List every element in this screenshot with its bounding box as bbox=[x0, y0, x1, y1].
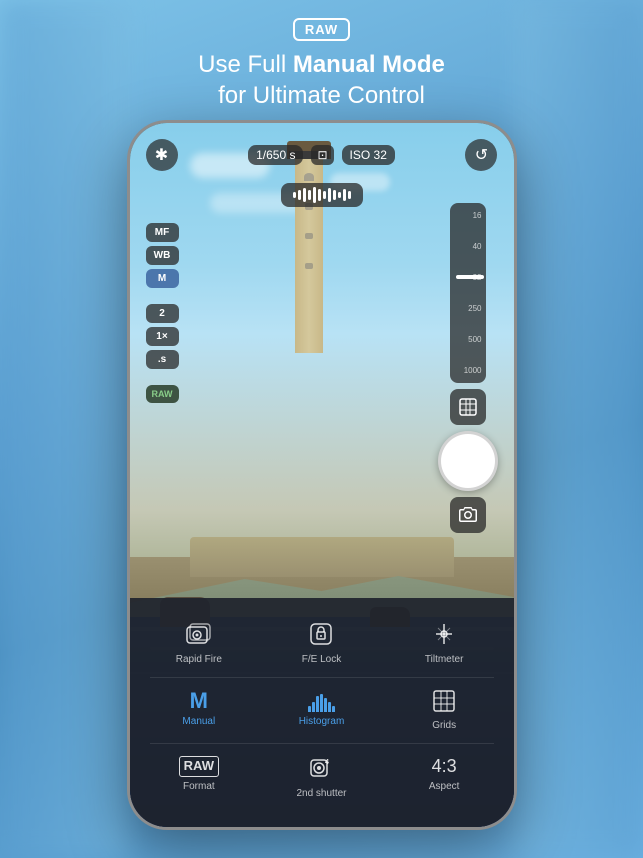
camera-top-bar: ✱ 1/650 s ⊡ ISO 32 ↺ bbox=[146, 139, 498, 171]
iso-tick-16: 16 bbox=[473, 211, 482, 220]
fe-lock-label: F/E Lock bbox=[302, 654, 341, 665]
header: RAW Use Full Manual Mode for Ultimate Co… bbox=[0, 0, 643, 123]
rapid-fire-button[interactable]: Rapid Fire bbox=[140, 614, 259, 673]
raw-indicator: RAW bbox=[146, 385, 179, 403]
headline-part1: Use Full bbox=[198, 51, 293, 78]
headline: Use Full Manual Mode for Ultimate Contro… bbox=[0, 49, 643, 111]
grid-svg-icon bbox=[459, 398, 477, 416]
second-shutter-button[interactable]: 4 2nd shutter bbox=[262, 748, 381, 807]
second-shutter-icon: 4 bbox=[308, 756, 334, 784]
left-controls: MF WB M 2 1× .s RAW bbox=[146, 223, 179, 403]
camera-icon bbox=[458, 505, 478, 525]
histogram-button[interactable]: Histogram bbox=[262, 682, 381, 739]
audio-level-bar bbox=[281, 183, 363, 207]
wave-11 bbox=[343, 189, 346, 201]
wave-9 bbox=[333, 190, 336, 200]
raw-badge: RAW bbox=[293, 18, 350, 41]
wave-10 bbox=[338, 192, 341, 198]
aspect-label: Aspect bbox=[429, 781, 460, 792]
zoom-s-button[interactable]: .s bbox=[146, 350, 179, 369]
raw-format-label: Format bbox=[183, 781, 215, 792]
second-shutter-label: 2nd shutter bbox=[296, 788, 346, 799]
flip-camera-button[interactable] bbox=[450, 497, 486, 533]
grids-icon bbox=[433, 690, 455, 716]
aspect-button[interactable]: 4:3 Aspect bbox=[385, 748, 504, 807]
panel-divider-2 bbox=[150, 743, 494, 744]
mf-button[interactable]: MF bbox=[146, 223, 179, 242]
wave-5 bbox=[313, 187, 316, 203]
wave-2 bbox=[298, 190, 301, 200]
settings-icon[interactable]: ✱ bbox=[146, 139, 178, 171]
bottom-panel: Rapid Fire F/E Lock bbox=[130, 598, 514, 827]
svg-text:4: 4 bbox=[325, 759, 329, 766]
phone-frame: ✱ 1/650 s ⊡ ISO 32 ↺ MF WB M 2 bbox=[127, 120, 517, 830]
aspect-icon: 4:3 bbox=[432, 756, 457, 777]
wave-1 bbox=[293, 192, 296, 198]
tiltmeter-icon bbox=[432, 622, 456, 650]
grids-button[interactable]: Grids bbox=[385, 682, 504, 739]
iso-tick-250: 250 bbox=[468, 304, 481, 313]
audio-waves bbox=[293, 187, 351, 203]
manual-button[interactable]: M Manual bbox=[140, 682, 259, 739]
raw-format-button[interactable]: RAW Format bbox=[140, 748, 259, 807]
iso-tick-1000: 1000 bbox=[464, 366, 482, 375]
bg-blur-right bbox=[513, 0, 643, 858]
manual-icon: M bbox=[190, 690, 208, 712]
wave-4 bbox=[308, 190, 311, 200]
wave-12 bbox=[348, 191, 351, 199]
zoom-2-button[interactable]: 2 bbox=[146, 304, 179, 323]
m-mode-button[interactable]: M bbox=[146, 269, 179, 288]
grid-toggle-button[interactable] bbox=[450, 389, 486, 425]
headline-part2: for Ultimate Control bbox=[218, 82, 425, 109]
iso-slider[interactable]: 16 40 32 250 500 1000 bbox=[450, 203, 486, 383]
shutter-speed-display[interactable]: 1/650 s bbox=[248, 145, 303, 165]
wave-3 bbox=[303, 188, 306, 202]
exposure-icon[interactable]: ⊡ bbox=[311, 145, 333, 165]
refresh-icon[interactable]: ↺ bbox=[465, 139, 497, 171]
panel-row-2: M Manual Histogram bbox=[140, 682, 504, 739]
rapid-fire-icon bbox=[186, 622, 212, 650]
shutter-button[interactable] bbox=[438, 431, 498, 491]
histogram-label: Histogram bbox=[299, 716, 345, 727]
wb-button[interactable]: WB bbox=[146, 246, 179, 265]
fe-lock-icon bbox=[309, 622, 333, 650]
iso-tick-32: 40 bbox=[473, 242, 482, 251]
wave-8 bbox=[328, 188, 331, 202]
zoom-1x-button[interactable]: 1× bbox=[146, 327, 179, 346]
fe-lock-button[interactable]: F/E Lock bbox=[262, 614, 381, 673]
tiltmeter-label: Tiltmeter bbox=[425, 654, 464, 665]
tiltmeter-button[interactable]: Tiltmeter bbox=[385, 614, 504, 673]
iso-handle bbox=[456, 275, 484, 279]
panel-divider-1 bbox=[150, 677, 494, 678]
wave-7 bbox=[323, 191, 326, 199]
headline-bold: Manual Mode bbox=[293, 51, 445, 78]
histogram-icon bbox=[308, 690, 335, 712]
panel-row-3: RAW Format 4 2nd shutter 4:3 Aspect bbox=[140, 748, 504, 807]
rapid-fire-label: Rapid Fire bbox=[176, 654, 222, 665]
iso-tick-500: 500 bbox=[468, 335, 481, 344]
panel-row-1: Rapid Fire F/E Lock bbox=[140, 614, 504, 673]
wall-upper bbox=[190, 537, 454, 577]
manual-label: Manual bbox=[182, 716, 215, 727]
raw-format-icon: RAW bbox=[179, 756, 219, 777]
bg-blur-left bbox=[0, 0, 130, 858]
wave-6 bbox=[318, 189, 321, 201]
grids-label: Grids bbox=[432, 720, 456, 731]
iso-display[interactable]: ISO 32 bbox=[342, 145, 395, 165]
right-controls: 16 40 32 250 500 1000 bbox=[438, 203, 498, 533]
